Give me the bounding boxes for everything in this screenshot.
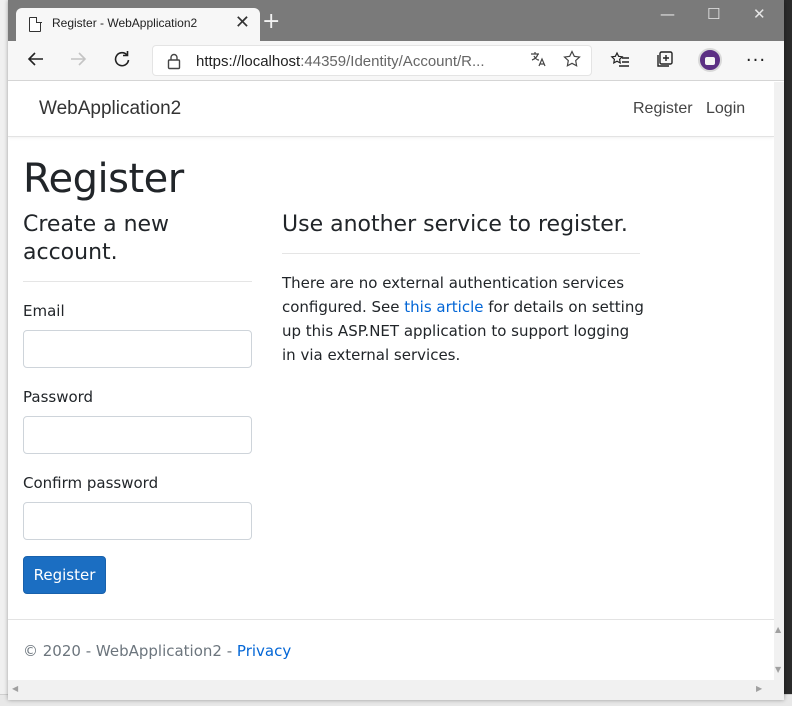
page-title: Register [23, 156, 184, 202]
window-close-button[interactable]: ✕ [753, 4, 766, 24]
browser-tab[interactable]: Register - WebApplication2 ✕ [16, 8, 260, 41]
password-label: Password [23, 388, 94, 406]
back-icon[interactable] [24, 49, 48, 73]
background-code-editor [784, 0, 792, 706]
new-tab-button[interactable]: + [262, 10, 280, 34]
lock-icon [167, 53, 181, 70]
more-icon[interactable]: ··· [744, 49, 768, 73]
favorites-list-icon[interactable] [608, 49, 632, 73]
privacy-link[interactable]: Privacy [237, 642, 291, 660]
tab-close-icon[interactable]: ✕ [235, 13, 250, 33]
confirm-password-label: Confirm password [23, 474, 159, 492]
maximize-button[interactable]: ☐ [707, 4, 720, 24]
web-page: WebApplication2 Register Login Register … [8, 82, 774, 680]
confirm-password-field[interactable] [23, 502, 252, 540]
email-field[interactable] [23, 330, 252, 368]
address-toolbar: https://localhost:44359/Identity/Account… [8, 41, 784, 81]
site-brand[interactable]: WebApplication2 [39, 98, 181, 120]
footer-text: © 2020 - WebApplication2 - Privacy [23, 642, 292, 660]
page-icon [29, 16, 42, 32]
scroll-right-arrow-icon[interactable]: ▶ [756, 684, 762, 693]
translate-icon[interactable] [529, 50, 547, 74]
tab-title: Register - WebApplication2 [52, 16, 198, 30]
url-text: https://localhost:44359/Identity/Account… [196, 53, 485, 70]
password-field[interactable] [23, 416, 252, 454]
site-navbar: WebApplication2 Register Login [8, 82, 774, 137]
external-service-heading: Use another service to register. [282, 212, 628, 237]
email-label: Email [23, 302, 65, 320]
favorite-star-icon[interactable] [563, 50, 581, 74]
nav-login-link[interactable]: Login [706, 100, 745, 118]
scroll-up-arrow-icon[interactable]: ▲ [775, 625, 781, 634]
horizontal-scrollbar[interactable]: ◀ ▶ [8, 680, 784, 700]
this-article-link[interactable]: this article [404, 298, 483, 316]
nav-register-link[interactable]: Register [633, 100, 693, 118]
forward-icon[interactable] [66, 49, 90, 73]
scroll-left-arrow-icon[interactable]: ◀ [12, 684, 18, 693]
register-button[interactable]: Register [23, 556, 106, 594]
site-footer: © 2020 - WebApplication2 - Privacy [8, 619, 774, 680]
tab-bar: Register - WebApplication2 ✕ + — ☐ ✕ [8, 0, 784, 41]
browser-window: Register - WebApplication2 ✕ + — ☐ ✕ htt… [8, 0, 784, 700]
refresh-icon[interactable] [110, 49, 134, 73]
profile-avatar[interactable] [698, 48, 722, 72]
background-left-strip [0, 0, 8, 706]
collections-icon[interactable] [653, 49, 677, 73]
address-bar[interactable]: https://localhost:44359/Identity/Account… [152, 45, 592, 76]
scroll-down-arrow-icon[interactable]: ▼ [775, 665, 781, 674]
right-divider [282, 253, 640, 254]
minimize-button[interactable]: — [660, 4, 675, 24]
left-divider [23, 281, 252, 282]
external-auth-message: There are no external authentication ser… [282, 274, 644, 364]
create-account-heading: Create a new account. [23, 212, 170, 265]
vertical-scrollbar[interactable]: ▲ ▼ [774, 82, 784, 680]
